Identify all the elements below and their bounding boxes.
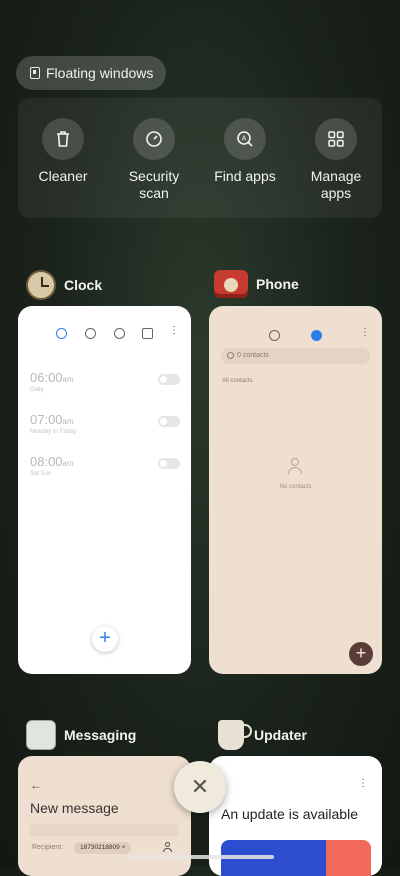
messaging-app-icon xyxy=(26,720,56,750)
floating-windows-label: Floating windows xyxy=(46,65,154,81)
alarm-toggle[interactable] xyxy=(158,374,180,385)
close-icon: ✕ xyxy=(190,774,210,799)
message-field[interactable] xyxy=(30,824,178,836)
security-scan-button[interactable]: Security scan xyxy=(114,118,194,202)
phone-app-header[interactable]: Phone xyxy=(214,270,299,298)
security-scan-label: Security scan xyxy=(128,168,180,201)
grid-icon xyxy=(315,118,357,160)
stopwatch-icon[interactable] xyxy=(114,328,125,339)
alarm-repeat: Sat Sun xyxy=(30,471,52,477)
alarm-ampm: am xyxy=(62,459,74,468)
trash-icon xyxy=(42,118,84,160)
alarm-ampm: am xyxy=(62,417,74,426)
add-alarm-button[interactable]: + xyxy=(92,626,118,652)
alarm-row[interactable]: 06:00am Daily xyxy=(30,370,180,393)
cleaner-button[interactable]: Cleaner xyxy=(23,118,103,185)
manage-apps-label: Manage apps xyxy=(310,168,362,201)
add-recipient-icon[interactable] xyxy=(162,842,172,852)
alarm-time: 08:00 xyxy=(30,454,63,469)
cleaner-label: Cleaner xyxy=(38,168,88,184)
clock-app-icon xyxy=(26,270,56,300)
alarm-time: 07:00 xyxy=(30,412,63,427)
alarm-icon[interactable] xyxy=(56,328,67,339)
floating-windows-button[interactable]: Floating windows xyxy=(16,56,166,90)
more-options-icon[interactable]: ⋮ xyxy=(360,327,370,338)
clock-app-header[interactable]: Clock xyxy=(26,270,102,300)
back-arrow-icon[interactable]: ← xyxy=(30,778,42,792)
no-contacts-text: No contacts xyxy=(279,484,312,490)
world-clock-icon[interactable] xyxy=(85,328,96,339)
updater-app-icon xyxy=(218,720,252,750)
quick-actions-panel: Cleaner Security scan A Find apps Manage… xyxy=(18,98,382,218)
phone-app-icon xyxy=(214,270,248,298)
alarm-toggle[interactable] xyxy=(158,416,180,427)
close-all-button[interactable]: ✕ xyxy=(174,761,226,813)
new-message-title: New message xyxy=(30,800,119,816)
call-log-icon[interactable] xyxy=(269,330,280,341)
more-options-icon[interactable]: ⋮ xyxy=(169,325,179,336)
search-app-icon: A xyxy=(224,118,266,160)
floating-window-icon xyxy=(30,67,40,79)
alarm-row[interactable]: 07:00am Monday to Friday xyxy=(30,412,180,435)
svg-text:A: A xyxy=(242,136,247,143)
alarm-repeat: Daily xyxy=(30,387,44,393)
phone-recent-card[interactable]: ⋮ 0 contacts All contacts No contacts + xyxy=(209,306,382,674)
person-icon xyxy=(288,458,302,474)
find-apps-button[interactable]: A Find apps xyxy=(205,118,285,185)
contacts-icon[interactable] xyxy=(311,330,322,341)
recipient-label: Recipient: xyxy=(32,844,64,851)
alarm-row[interactable]: 08:00am Sat Sun xyxy=(30,454,180,477)
more-options-icon[interactable]: ⋮ xyxy=(358,778,368,789)
manage-apps-button[interactable]: Manage apps xyxy=(296,118,376,202)
recipient-chip[interactable]: 18730218809 × xyxy=(74,842,132,854)
clock-app-name: Clock xyxy=(64,277,103,293)
alarm-time: 06:00 xyxy=(30,370,63,385)
update-available-title: An update is available xyxy=(221,806,358,822)
all-contacts-header: All contacts xyxy=(222,378,253,384)
add-contact-button[interactable]: + xyxy=(349,642,373,666)
updater-app-name: Updater xyxy=(254,727,307,743)
home-indicator[interactable] xyxy=(126,855,274,859)
messaging-app-name: Messaging xyxy=(64,727,137,743)
phone-app-name: Phone xyxy=(256,276,299,292)
clock-recent-card[interactable]: ⋮ 06:00am Daily 07:00am Monday to Friday… xyxy=(18,306,191,674)
updater-app-header[interactable]: Updater xyxy=(218,720,307,750)
alarm-toggle[interactable] xyxy=(158,458,180,469)
contacts-search-input[interactable]: 0 contacts xyxy=(221,348,370,364)
alarm-repeat: Monday to Friday xyxy=(30,429,77,435)
alarm-ampm: am xyxy=(62,375,74,384)
messaging-app-header[interactable]: Messaging xyxy=(26,720,136,750)
find-apps-label: Find apps xyxy=(214,168,276,184)
clock-tab-bar: ⋮ xyxy=(18,325,191,342)
shield-check-icon xyxy=(133,118,175,160)
timer-icon[interactable] xyxy=(142,328,153,339)
